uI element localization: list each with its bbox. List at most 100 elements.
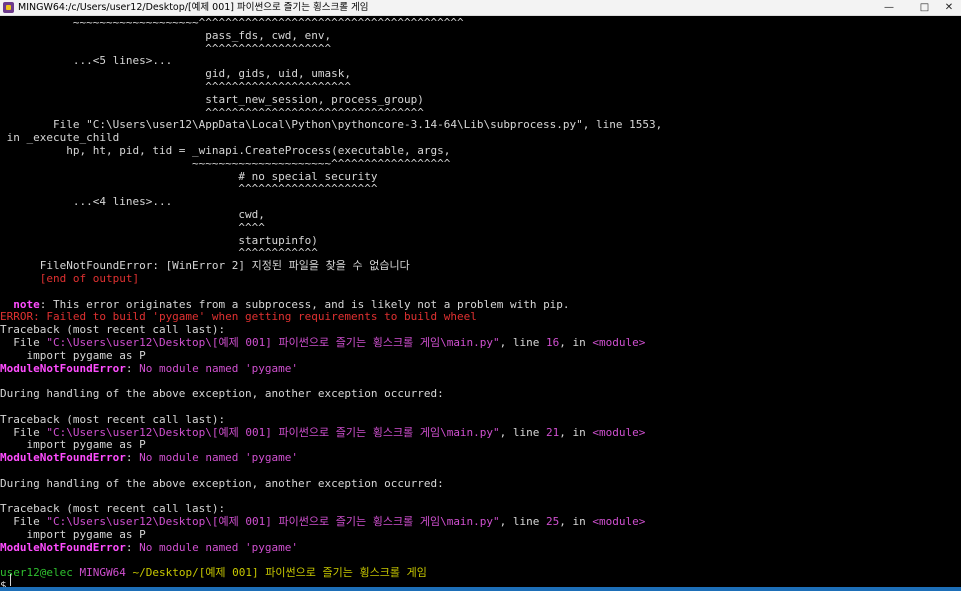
terminal-text-segment: Traceback (most recent call last): bbox=[0, 323, 226, 337]
terminal-line: in _execute_child bbox=[0, 131, 120, 145]
terminal-text-segment: ^^^^^^^^^^^^^^^^^^^^^^ bbox=[0, 80, 351, 93]
terminal-line: File "C:\Users\user12\Desktop\[예제 001] 파… bbox=[0, 515, 645, 528]
terminal-text-segment: startupinfo) bbox=[0, 233, 318, 247]
terminal-text-segment: ^^^^^^^^^^^^^^^^^^^^^^^^^^^^^^^^^ bbox=[0, 105, 424, 119]
terminal-text-segment: ~~~~~~~~~~~~~~~~~~~~~^^^^^^^^^^^^^^^^^^ bbox=[0, 156, 451, 170]
terminal-text-segment: : This error originates from a subproces… bbox=[39, 297, 570, 311]
terminal-text-segment: note bbox=[0, 297, 40, 311]
terminal-line: cwd, bbox=[0, 208, 265, 221]
terminal-line: During handling of the above exception, … bbox=[0, 477, 444, 490]
terminal-output[interactable]: ~~~~~~~~~~~~~~~~~~~^^^^^^^^^^^^^^^^^^^^^… bbox=[0, 15, 961, 587]
terminal-text-segment: File "C:\Users\user12\AppData\Local\Pyth… bbox=[0, 118, 663, 132]
terminal-line: ERROR: Failed to build 'pygame' when get… bbox=[0, 310, 477, 323]
terminal-text-segment: MINGW64 bbox=[79, 566, 133, 580]
terminal-text-segment: <module> bbox=[592, 425, 646, 439]
terminal-line: During handling of the above exception, … bbox=[0, 387, 444, 400]
terminal-text-segment: , line bbox=[499, 515, 547, 529]
terminal-text-segment: No module named 'pygame' bbox=[139, 451, 299, 465]
terminal-line: ^^^^^^^^^^^^^^^^^^^^^^^^^^^^^^^^^ bbox=[0, 106, 424, 119]
terminal-text-segment: ModuleNotFoundError bbox=[0, 451, 126, 465]
mingw-app-icon bbox=[3, 2, 14, 13]
terminal-text-segment: : bbox=[125, 451, 140, 465]
terminal-text-segment: <module> bbox=[592, 515, 646, 529]
terminal-text-segment: ^^^^^^^^^^^^^^^^^^^ bbox=[0, 41, 332, 55]
terminal-text-segment: cwd, bbox=[0, 208, 265, 221]
terminal-text-segment: import pygame as P bbox=[0, 528, 146, 541]
terminal-text-segment: user12@elec bbox=[0, 566, 80, 580]
terminal-line: ^^^^^^^^^^^^^^^^^^^^^^ bbox=[0, 80, 351, 93]
terminal-text-segment: "C:\Users\user12\Desktop\[예제 001] 파이썬으로 … bbox=[46, 515, 500, 529]
terminal-text-segment: ~~~~~~~~~~~~~~~~~~~^^^^^^^^^^^^^^^^^^^^^… bbox=[0, 16, 464, 29]
terminal-text-segment: During handling of the above exception, … bbox=[0, 387, 444, 401]
terminal-line: import pygame as P bbox=[0, 438, 146, 452]
terminal-line: hp, ht, pid, tid = _winapi.CreateProcess… bbox=[0, 144, 450, 157]
terminal-text-segment: 21 bbox=[546, 425, 560, 439]
terminal-line: [end of output] bbox=[0, 272, 139, 285]
terminal-line: Traceback (most recent call last): bbox=[0, 502, 225, 515]
terminal-line: pass_fds, cwd, env, bbox=[0, 29, 331, 42]
terminal-line: $ bbox=[0, 579, 13, 587]
terminal-text-segment: , line bbox=[499, 336, 547, 349]
close-button[interactable]: ✕ bbox=[937, 0, 961, 15]
terminal-line: startupinfo) bbox=[0, 233, 318, 247]
terminal-line: start_new_session, process_group) bbox=[0, 93, 424, 106]
terminal-text-segment: ...<4 lines>... bbox=[0, 195, 173, 209]
terminal-text-segment: # no special security bbox=[0, 169, 378, 183]
terminal-line: note: This error originates from a subpr… bbox=[0, 297, 570, 311]
terminal-line: user12@elec MINGW64 ~/Desktop/[예제 001] 파… bbox=[0, 566, 427, 579]
terminal-text-segment: During handling of the above exception, … bbox=[0, 476, 444, 490]
terminal-line: File "C:\Users\user12\AppData\Local\Pyth… bbox=[0, 118, 662, 131]
terminal-text-segment: import pygame as P bbox=[0, 348, 146, 362]
maximize-button[interactable]: □ bbox=[912, 0, 937, 15]
terminal-line: ^^^^ bbox=[0, 221, 265, 234]
terminal-line: File "C:\Users\user12\Desktop\[예제 001] 파… bbox=[0, 426, 645, 439]
terminal-line: Traceback (most recent call last): bbox=[0, 413, 225, 426]
terminal-text-segment: <module> bbox=[592, 336, 646, 349]
terminal-text-segment: , in bbox=[559, 336, 593, 349]
terminal-line: ^^^^^^^^^^^^^^^^^^^ bbox=[0, 42, 331, 55]
terminal-line: ModuleNotFoundError: No module named 'py… bbox=[0, 362, 298, 375]
terminal-text-segment: Traceback (most recent call last): bbox=[0, 412, 226, 426]
window-title: MINGW64:/c/Users/user12/Desktop/[예제 001]… bbox=[18, 2, 369, 13]
terminal-text-segment: start_new_session, process_group) bbox=[0, 92, 424, 106]
terminal-text-segment: ERROR: Failed to build 'pygame' when get… bbox=[0, 310, 477, 324]
terminal-line: ModuleNotFoundError: No module named 'py… bbox=[0, 451, 298, 464]
terminal-line: ...<5 lines>... bbox=[0, 54, 172, 67]
terminal-text-segment: 25 bbox=[546, 515, 560, 529]
terminal-text-segment: pass_fds, cwd, env, bbox=[0, 28, 332, 42]
terminal-line: import pygame as P bbox=[0, 528, 146, 541]
terminal-line: # no special security bbox=[0, 169, 378, 183]
terminal-line: gid, gids, uid, umask, bbox=[0, 67, 351, 80]
terminal-text-segment: gid, gids, uid, umask, bbox=[0, 67, 351, 81]
terminal-text-segment: FileNotFoundError: [WinError 2] 지정된 파일을 … bbox=[0, 259, 410, 273]
terminal-line: import pygame as P bbox=[0, 348, 146, 362]
terminal-text-segment: , in bbox=[559, 425, 593, 439]
terminal-text-segment: File bbox=[0, 336, 47, 349]
terminal-line: Traceback (most recent call last): bbox=[0, 323, 225, 336]
terminal-text-segment: , line bbox=[499, 425, 547, 439]
terminal-text-segment: ^^^^ bbox=[0, 220, 265, 234]
terminal-text-segment: ~/Desktop/[예제 001] 파이썬으로 즐기는 횡스크롤 게임 bbox=[132, 566, 427, 580]
terminal-text-segment: File bbox=[0, 515, 47, 529]
terminal-text-segment: ...<5 lines>... bbox=[0, 54, 173, 68]
terminal-line: ~~~~~~~~~~~~~~~~~~~^^^^^^^^^^^^^^^^^^^^^… bbox=[0, 16, 464, 29]
terminal-text-segment: import pygame as P bbox=[0, 438, 146, 452]
terminal-text-segment: , in bbox=[559, 515, 593, 529]
terminal-line: ModuleNotFoundError: No module named 'py… bbox=[0, 541, 298, 554]
minimize-button[interactable]: — bbox=[866, 0, 912, 15]
terminal-text-segment: ModuleNotFoundError bbox=[0, 361, 126, 375]
terminal-line: ~~~~~~~~~~~~~~~~~~~~~^^^^^^^^^^^^^^^^^^ bbox=[0, 157, 450, 170]
terminal-text-segment: No module named 'pygame' bbox=[139, 540, 299, 554]
terminal-text-segment: in _execute_child bbox=[0, 131, 120, 145]
terminal-line: ^^^^^^^^^^^^ bbox=[0, 246, 317, 259]
text-cursor bbox=[10, 574, 11, 586]
terminal-text-segment: No module named 'pygame' bbox=[139, 361, 299, 375]
terminal-line: ...<4 lines>... bbox=[0, 195, 172, 208]
window-titlebar[interactable]: MINGW64:/c/Users/user12/Desktop/[예제 001]… bbox=[0, 0, 961, 16]
terminal-text-segment: ^^^^^^^^^^^^^^^^^^^^^ bbox=[0, 182, 378, 196]
terminal-text-segment: : bbox=[125, 361, 140, 375]
terminal-text-segment: Traceback (most recent call last): bbox=[0, 502, 226, 516]
terminal-line: File "C:\Users\user12\Desktop\[예제 001] 파… bbox=[0, 336, 645, 349]
window-bottom-edge bbox=[0, 587, 961, 591]
terminal-text-segment: "C:\Users\user12\Desktop\[예제 001] 파이썬으로 … bbox=[46, 336, 500, 349]
